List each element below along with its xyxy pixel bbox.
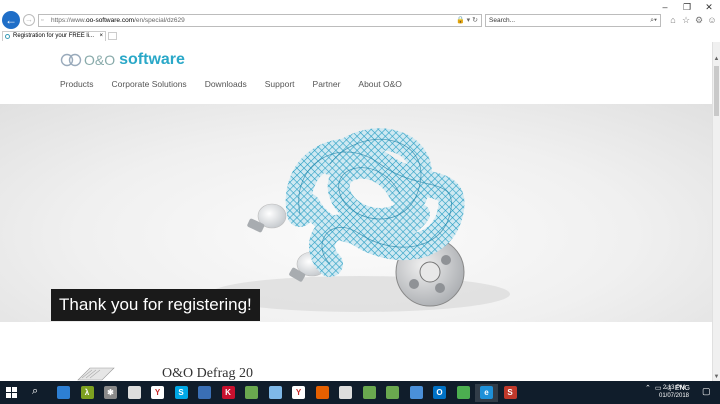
url-host: oo-software.com: [86, 17, 135, 24]
screenshot-icon: [198, 386, 211, 399]
page-scrollbar[interactable]: ▲ ▼: [712, 42, 720, 382]
taskbar-app[interactable]: O: [428, 384, 451, 402]
taskbar-app[interactable]: [405, 384, 428, 402]
url-path: /en/special/dz629: [134, 17, 185, 24]
main-nav: Products Corporate Solutions Downloads S…: [60, 79, 402, 89]
notification-icon[interactable]: ▢: [702, 386, 714, 398]
settings-icon: ✱: [104, 386, 117, 399]
taskbar: ⌕ λ ✱ Y S K Y Oe S ⌃ ▭ ◁ ENG 2:13 PM 01/07/2018…: [0, 381, 720, 404]
display-icon: [339, 386, 352, 399]
scroll-up-icon[interactable]: ▲: [713, 56, 720, 62]
search-icon[interactable]: ⌕▾: [650, 15, 657, 26]
taskbar-app[interactable]: [311, 384, 334, 402]
skype-icon: S: [174, 386, 188, 399]
nav-corporate-solutions[interactable]: Corporate Solutions: [112, 79, 187, 89]
taskbar-app[interactable]: [193, 384, 216, 402]
taskbar-app[interactable]: [240, 384, 263, 402]
nav-support[interactable]: Support: [265, 79, 295, 89]
taskbar-app[interactable]: [358, 384, 381, 402]
taskbar-app[interactable]: Y: [146, 384, 169, 402]
nav-downloads[interactable]: Downloads: [205, 79, 247, 89]
copy-icon: [127, 386, 141, 399]
tab-title: Registration for your FREE li...: [13, 33, 95, 39]
lambda-icon: λ: [80, 386, 94, 399]
taskbar-app[interactable]: K: [217, 384, 240, 402]
gear-icon[interactable]: ⚙: [694, 13, 704, 27]
ashampoo-icon: S: [503, 386, 517, 399]
taskbar-app[interactable]: Y: [287, 384, 310, 402]
tab-strip: Registration for your FREE li... ×: [0, 31, 720, 41]
file-explorer-icon: [57, 386, 70, 399]
web-page: O&O software Products Corporate Solution…: [0, 42, 712, 382]
yandex-icon: Y: [151, 386, 164, 399]
taskbar-app[interactable]: ✱: [99, 384, 122, 402]
logo-mark: O&O: [84, 52, 116, 68]
taskbar-app[interactable]: S: [499, 384, 522, 402]
windows-start-icon[interactable]: [6, 387, 17, 398]
network-icon: [456, 386, 470, 399]
taskbar-app[interactable]: [381, 384, 404, 402]
scroll-thumb[interactable]: [714, 66, 719, 116]
bulb-icon: [247, 203, 287, 233]
site-logo[interactable]: O&O software: [60, 51, 185, 69]
vmware-icon: [386, 386, 399, 399]
back-button[interactable]: ←: [2, 11, 20, 29]
script-icon: [362, 386, 376, 399]
clock-date: 01/07/2018: [658, 393, 690, 399]
browser-window: – ❐ ✕ ← → ▫ https://www.oo-software.com/…: [0, 0, 720, 404]
cloud-icon: [268, 386, 282, 399]
nav-partner[interactable]: Partner: [313, 79, 341, 89]
url-prefix: https://www.: [51, 17, 87, 24]
kaspersky-icon: K: [221, 386, 235, 399]
nav-products[interactable]: Products: [60, 79, 94, 89]
product-box-icon: [77, 367, 115, 381]
taskbar-app[interactable]: [123, 384, 146, 402]
star-icon[interactable]: ☆: [681, 13, 691, 27]
taskbar-apps: λ ✱ Y S K Y Oe S: [52, 384, 522, 404]
firefox-icon: [315, 386, 329, 399]
vmware-icon: [245, 386, 258, 399]
yandex-browser-icon: Y: [292, 386, 305, 399]
address-tools[interactable]: 🔒 ▾ ↻: [456, 15, 478, 26]
outlook-icon: O: [433, 386, 446, 399]
taskbar-app[interactable]: S: [170, 384, 193, 402]
smiley-icon[interactable]: ☺: [707, 13, 717, 27]
nav-about[interactable]: About O&O: [358, 79, 401, 89]
internet-explorer-icon: e: [480, 386, 493, 399]
clock-time: 2:13 PM: [662, 385, 686, 391]
search-icon[interactable]: ⌕: [32, 385, 38, 398]
taskbar-app[interactable]: [334, 384, 357, 402]
logo-word: software: [119, 51, 185, 68]
hero-caption: Thank you for registering!: [51, 289, 260, 321]
taskbar-app[interactable]: e: [475, 384, 498, 404]
taskbar-app[interactable]: [264, 384, 287, 402]
tab-registration[interactable]: Registration for your FREE li... ×: [2, 31, 106, 41]
taskbar-app[interactable]: [52, 384, 75, 402]
search-placeholder: Search...: [489, 17, 516, 24]
tab-close-icon[interactable]: ×: [99, 32, 103, 41]
browser-tools: ⌂ ☆ ⚙ ☺: [668, 13, 717, 27]
address-bar[interactable]: ▫ https://www.oo-software.com/en/special…: [38, 14, 482, 27]
forward-button[interactable]: →: [23, 14, 35, 26]
clock[interactable]: 2:13 PM 01/07/2018: [654, 384, 694, 400]
hero-banner: Thank you for registering!: [0, 104, 712, 322]
new-tab-button[interactable]: [108, 32, 117, 40]
product-teaser-title[interactable]: O&O Defrag 20: [162, 366, 253, 382]
scroll-down-icon[interactable]: ▼: [713, 374, 720, 380]
chevron-up-icon[interactable]: ⌃: [645, 384, 651, 392]
navigation-bar: ← → ▫ https://www.oo-software.com/en/spe…: [0, 11, 720, 31]
favicon-icon: [5, 34, 10, 39]
oo-logo-icon: [60, 53, 82, 67]
notes-icon: [409, 386, 423, 399]
home-icon[interactable]: ⌂: [668, 13, 678, 27]
taskbar-app[interactable]: [452, 384, 475, 402]
page-icon: ▫: [41, 17, 44, 24]
search-input[interactable]: Search... ⌕▾: [485, 14, 661, 27]
taskbar-app[interactable]: λ: [76, 384, 99, 402]
